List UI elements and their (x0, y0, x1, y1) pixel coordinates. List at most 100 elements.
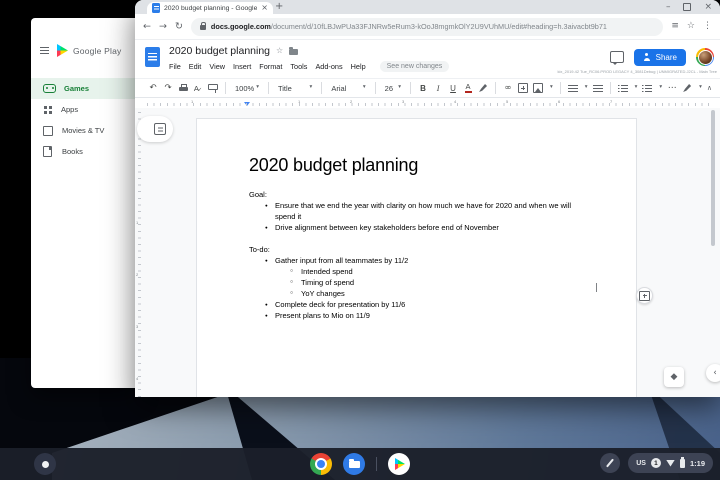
paint-format-button[interactable] (208, 86, 218, 90)
ruler-number: 3 (402, 99, 404, 104)
play-store-icon[interactable] (388, 453, 410, 475)
indent-marker[interactable] (244, 102, 250, 106)
sidebar-item-apps[interactable]: Apps (31, 99, 135, 120)
menu-help[interactable]: Help (351, 62, 366, 71)
zoom-select[interactable]: 100%▾ (233, 84, 261, 93)
toolbar-separator (610, 82, 611, 94)
menu-insert[interactable]: Insert (233, 62, 251, 71)
account-avatar[interactable] (696, 48, 714, 66)
movies-tv-icon (43, 126, 53, 136)
italic-button[interactable]: I (433, 84, 443, 93)
dropdown-icon[interactable]: ▾ (699, 85, 702, 91)
add-comment-button[interactable] (636, 287, 653, 304)
check-icon: ✓ (198, 88, 202, 93)
bookmark-star-icon[interactable]: ☆ (687, 22, 695, 31)
styles-select[interactable]: Title▾ (276, 84, 314, 93)
forward-button[interactable]: → (159, 22, 167, 32)
tab-2020-budget-planning[interactable]: 2020 budget planning - Google D × (147, 2, 273, 14)
doc-body-text: Goal: Ensure that we end the year with c… (249, 189, 581, 321)
insert-link-button[interactable]: ∞ (503, 84, 513, 93)
align-icon (568, 85, 578, 92)
share-person-icon (643, 53, 651, 61)
new-tab-button[interactable]: + (275, 0, 283, 14)
chrome-icon[interactable] (310, 453, 332, 475)
explore-button[interactable]: ◆ (664, 367, 684, 387)
ruler-number: 5 (506, 99, 508, 104)
sidebar-item-label: Apps (61, 105, 78, 114)
shelf-separator (376, 457, 377, 471)
text-color-bar (465, 91, 472, 93)
window-minimize-button[interactable]: – (666, 3, 671, 12)
menu-add-ons[interactable]: Add-ons (315, 62, 342, 71)
window-maximize-button[interactable] (683, 3, 691, 11)
todo-bullet-text: Gather input from all teammates by 11/2 (275, 256, 408, 265)
launcher-button[interactable] (34, 453, 56, 475)
insert-image-button[interactable] (533, 83, 543, 93)
dropdown-icon: ▾ (398, 85, 401, 91)
align-button[interactable] (568, 85, 578, 92)
font-size-value: 26 (385, 84, 393, 93)
numbered-list-button[interactable] (618, 85, 628, 92)
bulleted-list-icon (642, 85, 652, 92)
collapse-toolbar-button[interactable]: ∧ (707, 85, 712, 92)
dropdown-icon[interactable]: ▾ (659, 85, 662, 91)
bulleted-list-button[interactable] (642, 85, 652, 92)
books-icon (43, 146, 52, 157)
document-outline-button[interactable] (137, 116, 173, 142)
window-close-button[interactable]: × (704, 3, 712, 12)
todo-bullet: Gather input from all teammates by 11/2 … (249, 255, 581, 299)
star-document-icon[interactable]: ☆ (276, 47, 283, 55)
scrollbar-thumb[interactable] (711, 110, 715, 246)
bold-button[interactable]: B (418, 84, 428, 93)
text-color-button[interactable]: A (463, 83, 473, 93)
sidebar-item-books[interactable]: Books (31, 141, 135, 162)
dropdown-icon[interactable]: ▾ (585, 85, 588, 91)
menu-file[interactable]: File (169, 62, 181, 71)
underline-button[interactable]: U (448, 84, 458, 93)
line-spacing-button[interactable] (593, 85, 603, 92)
google-play-wordmark: Google Play (73, 46, 122, 56)
see-new-changes-button[interactable]: See new changes (380, 61, 450, 72)
toolbar-separator (495, 82, 496, 94)
play-store-window: Google Play Games Apps Movies & TV Books (31, 18, 135, 388)
hamburger-menu-icon[interactable] (40, 47, 49, 54)
refresh-button[interactable]: ↻ (175, 22, 183, 32)
print-button[interactable] (178, 85, 188, 92)
menu-format[interactable]: Format (259, 62, 282, 71)
font-size-select[interactable]: 26 ▾ (383, 84, 403, 93)
document-page[interactable]: 2020 budget planning Goal: Ensure that w… (196, 118, 637, 397)
back-button[interactable]: ← (143, 22, 151, 32)
stylus-button[interactable] (600, 453, 620, 473)
spellcheck-button[interactable]: A✓ (193, 84, 203, 93)
dropdown-icon[interactable]: ▾ (550, 85, 553, 91)
google-docs-icon[interactable] (145, 47, 160, 67)
insert-comment-button[interactable] (518, 83, 528, 93)
more-formats-button[interactable]: ⋯ (667, 84, 677, 93)
sidebar-item-movies-tv[interactable]: Movies & TV (31, 120, 135, 141)
notification-badge: 1 (651, 458, 661, 468)
document-title[interactable]: 2020 budget planning (169, 45, 270, 57)
dropdown-icon[interactable]: ▾ (635, 85, 638, 91)
files-app-icon[interactable] (343, 453, 365, 475)
play-store-sidebar: Games Apps Movies & TV Books (31, 78, 135, 162)
status-area[interactable]: US 1 1:19 (628, 453, 713, 473)
browser-menu-icon[interactable]: ⋮ (703, 22, 712, 31)
menu-view[interactable]: View (209, 62, 225, 71)
open-comments-button[interactable] (610, 51, 624, 63)
highlight-color-button[interactable] (478, 84, 488, 92)
menu-tools[interactable]: Tools (290, 62, 307, 71)
redo-button[interactable]: ↷ (163, 84, 173, 93)
sidebar-item-games[interactable]: Games (31, 78, 135, 99)
address-bar[interactable]: docs.google.com/document/d/10fLBJwPUa33F… (191, 18, 663, 36)
move-to-folder-icon[interactable] (289, 49, 298, 55)
undo-button[interactable]: ↶ (148, 84, 158, 93)
reading-list-icon[interactable]: ≡ (671, 22, 679, 31)
menu-edit[interactable]: Edit (189, 62, 202, 71)
url-path: /document/d/10fLBJwPUa33FJNRw5eRum3-kOoJ… (271, 22, 607, 31)
font-select[interactable]: Arial▾ (329, 84, 367, 93)
hide-panel-button[interactable]: ‹ (706, 364, 720, 382)
tab-close-icon[interactable]: × (261, 4, 268, 12)
share-button[interactable]: Share (634, 49, 686, 66)
editing-mode-button[interactable] (682, 84, 692, 92)
document-canvas: 1 2 3 4 2020 budget planning Goal: Ensur… (135, 108, 720, 397)
